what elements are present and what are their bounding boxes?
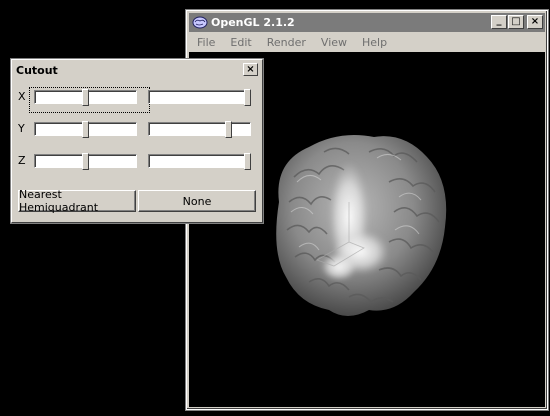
slider-track	[148, 90, 251, 104]
close-icon: ×	[246, 63, 255, 75]
slider-thumb[interactable]	[82, 121, 89, 138]
x-min-slider[interactable]	[34, 89, 137, 106]
slider-thumb[interactable]	[244, 153, 251, 170]
slider-track	[148, 122, 251, 136]
cutout-close-button[interactable]: ×	[243, 63, 258, 76]
maximize-icon: □	[511, 16, 521, 27]
minimize-button[interactable]: _	[491, 15, 507, 29]
y-max-slider[interactable]	[148, 121, 251, 138]
cutout-dialog[interactable]: Cutout × X Y Z Nearest Hemiquadrant None	[11, 59, 263, 223]
close-icon: ×	[530, 16, 540, 27]
slider-thumb[interactable]	[82, 153, 89, 170]
z-max-slider[interactable]	[148, 153, 251, 170]
axis-label-x: X	[18, 90, 26, 103]
nearest-hemiquadrant-button[interactable]: Nearest Hemiquadrant	[18, 188, 136, 214]
opengl-title-bar[interactable]: OpenGL 2.1.2 _ □ ×	[189, 13, 545, 32]
minimize-icon: _	[496, 14, 502, 26]
brain-logo-icon	[192, 16, 208, 29]
maximize-button[interactable]: □	[508, 15, 524, 29]
slider-thumb[interactable]	[244, 89, 251, 106]
menu-edit[interactable]: Edit	[222, 36, 258, 49]
z-min-slider[interactable]	[34, 153, 137, 170]
cutout-title-bar[interactable]: Cutout ×	[14, 62, 260, 78]
cutout-title-text: Cutout	[16, 63, 58, 77]
slider-thumb[interactable]	[225, 121, 232, 138]
menu-render[interactable]: Render	[259, 36, 313, 49]
axis-label-z: Z	[18, 154, 26, 167]
menu-view[interactable]: View	[313, 36, 354, 49]
slider-track	[148, 154, 251, 168]
axis-label-y: Y	[18, 122, 25, 135]
menu-help[interactable]: Help	[354, 36, 394, 49]
none-button[interactable]: None	[138, 190, 256, 212]
x-max-slider[interactable]	[148, 89, 251, 106]
slider-thumb[interactable]	[82, 89, 89, 106]
menu-file[interactable]: File	[189, 36, 222, 49]
opengl-title-text: OpenGL 2.1.2	[211, 16, 295, 29]
y-min-slider[interactable]	[34, 121, 137, 138]
menu-bar: File Edit Render View Help	[189, 33, 545, 51]
close-button[interactable]: ×	[527, 15, 543, 29]
